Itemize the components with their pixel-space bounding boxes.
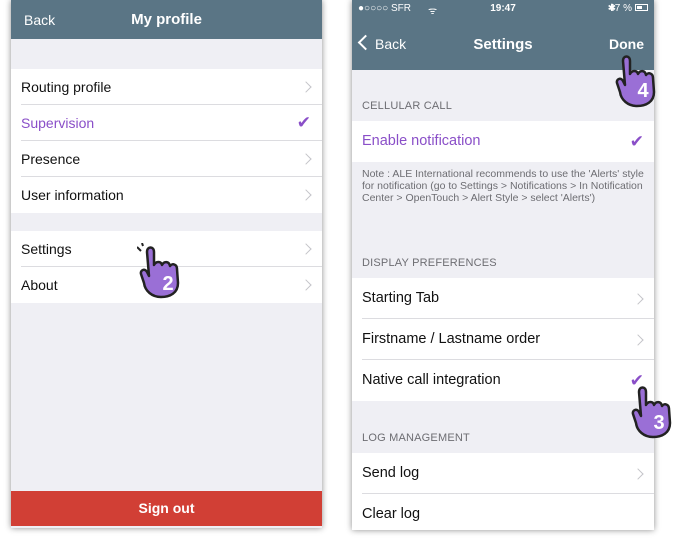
chevron-right-icon: [300, 153, 312, 165]
presence-row[interactable]: Presence: [11, 141, 322, 177]
battery-icon: [635, 4, 648, 11]
name-order-row[interactable]: Firstname / Lastname order: [352, 319, 654, 360]
send-log-label: Send log: [362, 465, 420, 481]
step-3-number: 3: [653, 412, 664, 434]
pointing-hand-icon-step-2: 2: [137, 243, 180, 299]
user-information-row[interactable]: User information: [11, 177, 322, 213]
about-label: About: [21, 277, 58, 293]
supervision-label: Supervision: [21, 115, 95, 131]
clear-log-row[interactable]: Clear log: [352, 494, 654, 530]
done-button[interactable]: Done: [609, 36, 644, 52]
enable-notification-label: Enable notification: [362, 133, 481, 149]
routing-profile-row[interactable]: Routing profile: [11, 69, 322, 105]
settings-screen: ●○○○○ SFR ᯤ 19:47 ✱ 47 % Back Settings D…: [352, 0, 654, 530]
presence-label: Presence: [21, 151, 81, 167]
enable-notification-row[interactable]: Enable notification ✔: [352, 121, 654, 162]
sign-out-label: Sign out: [138, 500, 195, 516]
chevron-right-icon: [300, 189, 312, 201]
settings-navbar: ●○○○○ SFR ᯤ 19:47 ✱ 47 % Back Settings D…: [352, 0, 654, 70]
chevron-right-icon: [632, 293, 644, 305]
battery-level: 47 %: [609, 3, 632, 14]
log-management-header: LOG MANAGEMENT: [362, 432, 470, 444]
chevron-right-icon: [632, 468, 644, 480]
routing-profile-label: Routing profile: [21, 79, 112, 95]
pointing-hand-icon-step-4: 4: [615, 55, 656, 108]
step-4-number: 4: [637, 80, 649, 102]
sign-out-button[interactable]: Sign out: [11, 491, 322, 526]
user-information-label: User information: [21, 187, 124, 203]
send-log-row[interactable]: Send log: [352, 453, 654, 494]
starting-tab-label: Starting Tab: [362, 290, 440, 306]
page-title: My profile: [131, 11, 202, 28]
chevron-right-icon: [300, 243, 312, 255]
step-2-number: 2: [162, 273, 173, 295]
chevron-right-icon: [300, 81, 312, 93]
chevron-right-icon: [632, 334, 644, 346]
notification-note: Note : ALE International recommends to u…: [362, 168, 644, 204]
cellular-call-header: CELLULAR CALL: [362, 100, 453, 112]
display-preferences-header: DISPLAY PREFERENCES: [362, 257, 497, 269]
checkmark-icon: ✔: [629, 132, 644, 151]
name-order-label: Firstname / Lastname order: [362, 331, 541, 347]
checkmark-icon: ✔: [296, 113, 311, 132]
native-call-integration-label: Native call integration: [362, 372, 501, 388]
clear-log-label: Clear log: [362, 506, 421, 522]
chevron-right-icon: [300, 279, 312, 291]
pointing-hand-icon-step-3: 3: [631, 386, 672, 439]
native-call-integration-row[interactable]: Native call integration ✔: [352, 360, 654, 401]
supervision-row[interactable]: Supervision ✔: [11, 105, 322, 141]
settings-label: Settings: [21, 241, 72, 257]
my-profile-navbar: Back My profile: [11, 0, 322, 39]
starting-tab-row[interactable]: Starting Tab: [352, 278, 654, 319]
